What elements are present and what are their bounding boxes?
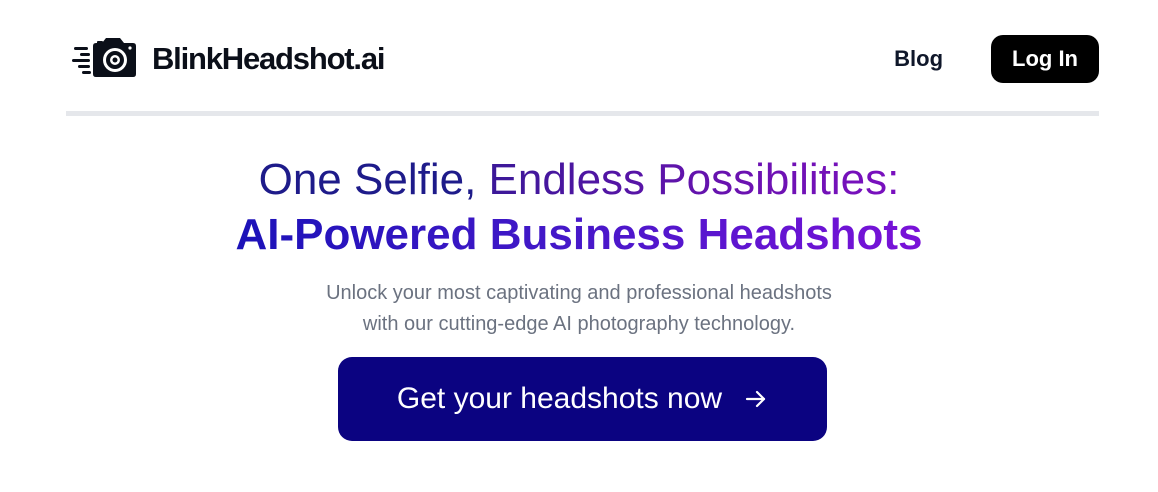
hero-subtitle: Unlock your most captivating and profess… [0,278,1158,340]
camera-speed-icon [72,38,136,77]
cta-label: Get your headshots now [396,382,723,415]
hero-subtitle-line1: Unlock your most captivating and profess… [326,282,832,304]
hero-heading-line1: One Selfie, Endless Possibilities: [0,152,1158,208]
hero-heading-line2: AI-Powered Business Headshots [235,208,922,262]
main-nav: Blog Log In [894,35,1099,83]
arrow-right-icon [745,390,766,408]
brand-logo-link[interactable]: BlinkHeadshot.ai [72,36,385,80]
hero-subtitle-line2: with our cutting-edge AI photography tec… [362,313,796,335]
hero-heading: One Selfie, Endless Possibilities: AI-Po… [0,152,1158,262]
login-button[interactable]: Log In [991,35,1099,83]
header-divider [66,111,1099,116]
hero-heading-line1-part2: Endless Possibilities: [488,155,900,204]
hero-heading-line1-part1: One Selfie, [258,155,489,204]
get-headshots-button[interactable]: Get your headshots now [338,357,827,441]
hero-section: One Selfie, Endless Possibilities: AI-Po… [0,152,1158,340]
site-header: BlinkHeadshot.ai Blog Log In [66,0,1099,117]
brand-name: BlinkHeadshot.ai [152,40,385,76]
nav-blog-link[interactable]: Blog [894,46,943,72]
